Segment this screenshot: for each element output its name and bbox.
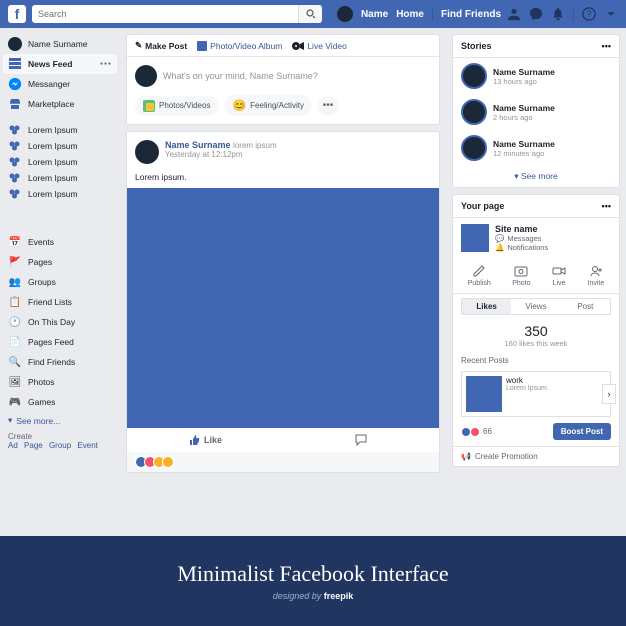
- sidebar-pages-feed[interactable]: 📄Pages Feed: [3, 332, 117, 352]
- post: Name Surname lorem ipsum Yesterday at 12…: [126, 131, 440, 473]
- sidebar-see-more[interactable]: ▾ See more...: [3, 412, 117, 429]
- likes-count: 350: [457, 323, 615, 339]
- topbar-avatar[interactable]: [337, 6, 353, 22]
- create-promotion[interactable]: 📢 Create Promotion: [453, 446, 619, 466]
- topbar-home[interactable]: Home: [396, 9, 424, 20]
- story-item[interactable]: Name Surname2 hours ago: [453, 94, 619, 130]
- tab-views[interactable]: Views: [511, 299, 560, 314]
- sidebar-events[interactable]: 📅Events: [3, 232, 117, 252]
- sidebar-lorem[interactable]: Lorem Ipsum: [3, 122, 117, 138]
- recent-post[interactable]: workLorem Ipsum ›: [461, 371, 611, 417]
- invite-button[interactable]: Invite: [588, 264, 605, 287]
- create-page[interactable]: Page: [24, 441, 43, 450]
- sidebar-on-this-day[interactable]: 🕐On This Day: [3, 312, 117, 332]
- photo-button[interactable]: Photo: [512, 264, 530, 287]
- footer: Minimalist Facebook Interface designed b…: [0, 536, 626, 626]
- topbar-find-friends[interactable]: Find Friends: [441, 9, 501, 20]
- post-body: Lorem ipsum.: [127, 172, 439, 188]
- svg-text:?: ?: [587, 10, 592, 19]
- sidebar-left: Name Surname News Feed Messanger Marketp…: [0, 28, 120, 536]
- sidebar-lorem[interactable]: Lorem Ipsum: [3, 154, 117, 170]
- tab-post[interactable]: Post: [561, 299, 610, 314]
- site-name[interactable]: Site name: [495, 224, 548, 234]
- notifications-icon[interactable]: [551, 7, 565, 21]
- post-time: Yesterday at 12:12pm: [165, 150, 277, 159]
- sidebar-lorem[interactable]: Lorem Ipsum: [3, 186, 117, 202]
- story-item[interactable]: Name Surname12 minutes ago: [453, 130, 619, 166]
- messenger-icon[interactable]: [529, 7, 543, 21]
- like-button[interactable]: Like: [127, 428, 283, 452]
- sidebar-news-feed[interactable]: News Feed: [3, 54, 117, 74]
- topbar: f Name Home Find Friends ?: [0, 0, 626, 28]
- likes-sub: 160 likes this week: [457, 339, 615, 348]
- create-group[interactable]: Group: [49, 441, 71, 450]
- love-icon: [470, 427, 480, 437]
- composer-photos[interactable]: Photos/Videos: [135, 96, 218, 116]
- tab-photo-album[interactable]: Photo/Video Album: [197, 41, 282, 51]
- sidebar-lorem[interactable]: Lorem Ipsum: [3, 138, 117, 154]
- publish-button[interactable]: Publish: [468, 264, 491, 287]
- tab-make-post[interactable]: ✎ Make Post: [135, 40, 187, 51]
- sidebar-profile[interactable]: Name Surname: [3, 34, 117, 54]
- page-notifications[interactable]: 🔔 Notifications: [495, 243, 548, 252]
- sidebar-find-friends[interactable]: 🔍Find Friends: [3, 352, 117, 372]
- chevron-right-icon[interactable]: ›: [602, 384, 616, 404]
- page-menu[interactable]: •••: [602, 201, 611, 211]
- post-author[interactable]: Name Surname: [165, 140, 231, 150]
- page-thumbnail[interactable]: [461, 224, 489, 252]
- create-ad[interactable]: Ad: [8, 441, 18, 450]
- composer-prompt[interactable]: What's on your mind, Name Surname?: [163, 71, 318, 81]
- stories-see-more[interactable]: ▾ See more: [453, 166, 619, 187]
- sidebar-lorem[interactable]: Lorem Ipsum: [3, 170, 117, 186]
- page-messages[interactable]: 💬 Messages: [495, 234, 548, 243]
- sidebar-games[interactable]: 🎮Games: [3, 392, 117, 412]
- footer-credit: designed by freepik: [273, 591, 354, 601]
- fb-logo-icon[interactable]: f: [8, 5, 26, 23]
- sidebar-friend-lists[interactable]: 📋Friend Lists: [3, 292, 117, 312]
- composer: ✎ Make Post Photo/Video Album Live Video…: [126, 34, 440, 125]
- sidebar-create: Create Ad Page Group Event: [3, 429, 117, 453]
- composer-avatar: [135, 65, 157, 87]
- live-button[interactable]: Live: [552, 264, 566, 287]
- sidebar-right: Stories••• Name Surname13 hours ago Name…: [446, 28, 626, 536]
- boost-post-button[interactable]: Boost Post: [553, 423, 611, 440]
- story-item[interactable]: Name Surname13 hours ago: [453, 58, 619, 94]
- page-widget: Your page••• Site name 💬 Messages 🔔 Noti…: [452, 194, 620, 467]
- tab-likes[interactable]: Likes: [462, 299, 511, 314]
- sidebar-photos[interactable]: 🖼Photos: [3, 372, 117, 392]
- comment-button[interactable]: [283, 428, 439, 452]
- post-image[interactable]: [127, 188, 439, 428]
- stories-menu[interactable]: •••: [602, 41, 611, 51]
- composer-feeling[interactable]: 😊Feeling/Activity: [224, 95, 312, 116]
- reactions-bar: [127, 452, 439, 472]
- wow-reaction-icon: [162, 456, 174, 468]
- search-input[interactable]: [38, 9, 298, 19]
- friend-requests-icon[interactable]: [507, 7, 521, 21]
- search-container: [32, 5, 322, 23]
- sidebar-marketplace[interactable]: Marketplace: [3, 94, 117, 114]
- composer-more[interactable]: •••: [318, 96, 338, 116]
- sidebar-groups[interactable]: 👥Groups: [3, 272, 117, 292]
- sidebar-messenger[interactable]: Messanger: [3, 74, 117, 94]
- dropdown-icon[interactable]: [604, 7, 618, 21]
- tab-live-video[interactable]: Live Video: [292, 41, 347, 51]
- footer-title: Minimalist Facebook Interface: [177, 561, 448, 587]
- recent-posts-hdr: Recent Posts: [453, 352, 619, 369]
- help-icon[interactable]: ?: [582, 7, 596, 21]
- feed-column: ✎ Make Post Photo/Video Album Live Video…: [120, 28, 446, 536]
- create-event[interactable]: Event: [77, 441, 97, 450]
- topbar-name[interactable]: Name: [361, 9, 388, 20]
- post-avatar[interactable]: [135, 140, 159, 164]
- stories-widget: Stories••• Name Surname13 hours ago Name…: [452, 34, 620, 188]
- top-links: Name Home Find Friends: [337, 6, 501, 22]
- search-button[interactable]: [298, 5, 322, 23]
- sidebar-pages[interactable]: 🚩Pages: [3, 252, 117, 272]
